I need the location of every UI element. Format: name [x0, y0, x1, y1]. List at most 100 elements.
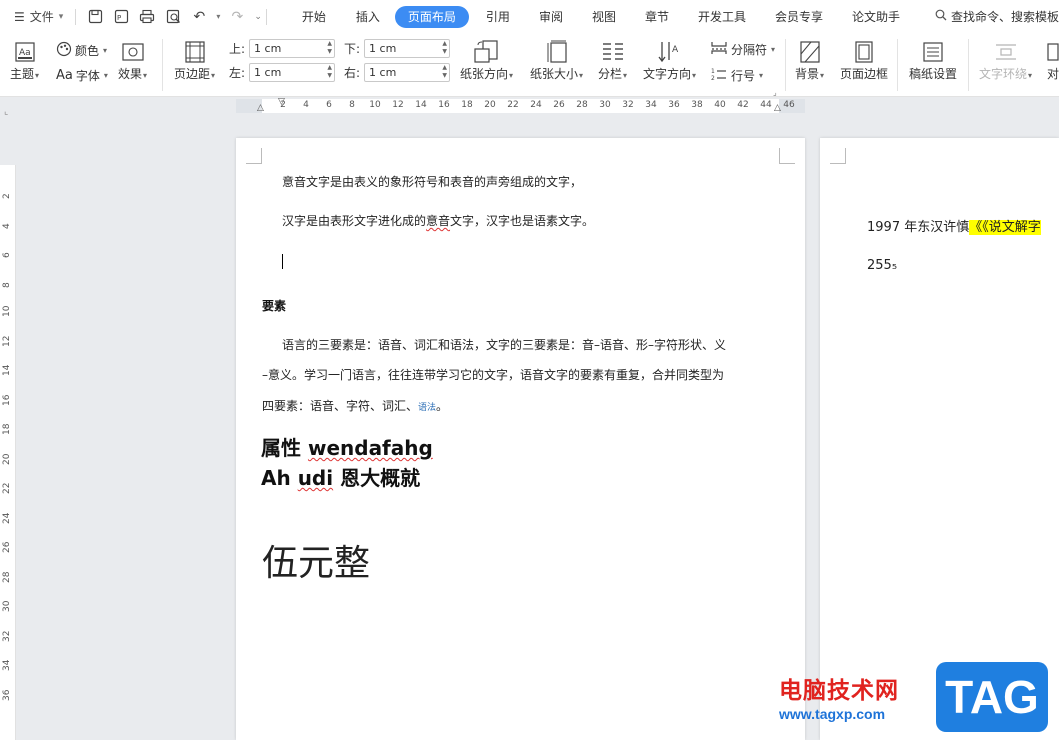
line-number-button[interactable]: 12 行号 ▾: [710, 67, 763, 84]
tab-insert[interactable]: 插入: [343, 6, 393, 28]
font-button[interactable]: Aa 字体 ▾: [56, 67, 108, 84]
ruler-number: 4: [303, 100, 309, 110]
undo-dropdown-icon[interactable]: ▾: [216, 12, 220, 21]
page2-line-1[interactable]: 1997 年东汉许慎《《说文解字: [867, 216, 1041, 235]
ruler-number: 6: [326, 100, 332, 110]
spinner-icon[interactable]: ▲ ▼: [327, 40, 332, 56]
heading-ah-udi[interactable]: Ah udi 恩大概就: [261, 462, 420, 491]
columns-button[interactable]: 分栏▾: [598, 37, 627, 83]
paragraph-3-line-3[interactable]: 四要素：语音、字符、词汇、语法。: [262, 397, 448, 414]
vertical-ruler-number: 4: [2, 222, 12, 229]
highlighted-text: 《《说文解字: [969, 220, 1041, 235]
page-border-button[interactable]: 页面边框: [840, 37, 888, 81]
horizontal-ruler[interactable]: ⌞ ▽ △ △ 2 4 6 8 10 12 14 16 18 20 22 24 26 28 30 32 34 36…: [0, 97, 1059, 117]
page2-line-2[interactable]: 255₅: [867, 258, 897, 273]
paper-size-button[interactable]: 纸张大小▾: [530, 37, 583, 83]
margins-button[interactable]: 页边距▾: [174, 37, 215, 83]
heading-elements[interactable]: 要素: [262, 297, 286, 314]
vertical-ruler-number: 24: [2, 512, 12, 524]
file-menu-button[interactable]: ☰ 文件 ▾: [0, 0, 71, 33]
vertical-ruler-number: 14: [2, 364, 12, 376]
vertical-ruler-number: 34: [2, 659, 12, 671]
ruler-number: 38: [691, 100, 703, 110]
chevron-down-icon: ▾: [58, 11, 64, 22]
export-pdf-icon[interactable]: P: [112, 8, 130, 26]
margins-icon: [184, 37, 205, 67]
command-search[interactable]: 查找命令、搜索模板: [926, 0, 1059, 33]
ruler-corner-icon: ⌞: [4, 107, 9, 117]
text-wrap-button[interactable]: 文字环绕▾: [979, 37, 1032, 83]
tab-thesis-assistant[interactable]: 论文助手: [839, 6, 913, 28]
vertical-ruler-number: 36: [2, 689, 12, 701]
left-indent-marker[interactable]: △: [257, 103, 264, 113]
text-wrap-icon: [995, 37, 1017, 67]
margins-label: 页边距: [174, 67, 211, 81]
tab-chapter[interactable]: 章节: [632, 6, 682, 28]
vertical-ruler[interactable]: 2 4 6 8 10 12 14 16 18 20 22 24 26 28 30 32 34 36: [0, 165, 16, 740]
right-margin-value: 1 cm: [369, 66, 397, 79]
customize-toolbar-icon[interactable]: ⌄: [254, 12, 262, 22]
undo-icon[interactable]: ↶: [190, 8, 208, 26]
paragraph-2[interactable]: 汉字是由表形文字进化成的意音文字，汉字也是语素文字。: [282, 212, 594, 229]
theme-label: 主题: [10, 67, 35, 81]
vertical-ruler-number: 30: [2, 600, 12, 612]
separator-label: 分隔符: [731, 43, 768, 57]
paragraph-1[interactable]: 意音文字是由表义的象形符号和表音的声旁组成的文字，: [282, 173, 582, 190]
bottom-margin-label: 下:: [344, 42, 361, 56]
theme-button[interactable]: Aa 主题▾: [10, 37, 39, 83]
top-margin-input[interactable]: 1 cm ▲ ▼: [249, 39, 336, 58]
spinner-icon[interactable]: ▲ ▼: [327, 64, 332, 80]
text-direction-button[interactable]: A 文字方向▾: [643, 37, 696, 83]
tab-view[interactable]: 视图: [579, 6, 629, 28]
tab-page-layout[interactable]: 页面布局: [394, 5, 469, 28]
paragraph-3-line-1[interactable]: 语言的三要素是：语音、词汇和语法，文字的三要素是：音–语音、形–字符形状、义: [282, 336, 726, 353]
left-margin-value: 1 cm: [254, 66, 282, 79]
background-icon: [799, 37, 820, 67]
vertical-ruler-number: 20: [2, 453, 12, 465]
ribbon-expand-icon[interactable]: ⌟: [773, 88, 777, 97]
paragraph-3-line-2[interactable]: –意义。学习一门语言，往往连带学习它的文字，语音文字的要素有重复，合并同类型为: [262, 366, 724, 383]
color-button[interactable]: 颜色 ▾: [56, 41, 107, 60]
vertical-ruler-number: 2: [2, 193, 12, 199]
align-icon: [1046, 37, 1059, 67]
text-wrap-label: 文字环绕: [979, 67, 1028, 81]
background-button[interactable]: 背景▾: [795, 37, 824, 83]
left-margin-input[interactable]: 1 cm ▲ ▼: [249, 63, 336, 82]
right-margin-input[interactable]: 1 cm ▲ ▼: [364, 63, 451, 82]
separator-button[interactable]: 分隔符 ▾: [710, 41, 775, 58]
spinner-icon[interactable]: ▲ ▼: [442, 40, 447, 56]
right-indent-marker[interactable]: △: [774, 103, 781, 113]
large-text[interactable]: 伍元整: [262, 534, 370, 586]
tab-home[interactable]: 开始: [289, 6, 339, 28]
print-icon[interactable]: [138, 8, 156, 26]
tab-developer[interactable]: 开发工具: [685, 6, 759, 28]
vertical-ruler-number: 8: [2, 281, 12, 288]
paragraph-3-text: 四要素：语音、字符、词汇、: [262, 399, 419, 413]
color-label: 颜色: [75, 44, 100, 58]
save-icon[interactable]: [86, 8, 104, 26]
tab-member[interactable]: 会员专享: [762, 6, 836, 28]
text-direction-label: 文字方向: [643, 67, 692, 81]
tab-review[interactable]: 审阅: [526, 6, 576, 28]
page-border-icon: [855, 37, 873, 67]
orientation-button[interactable]: 纸张方向▾: [460, 37, 513, 83]
heading-attribute[interactable]: 属性 wendafahg: [261, 432, 433, 461]
align-button[interactable]: 对: [1046, 37, 1059, 81]
top-margin-label: 上:: [229, 42, 246, 56]
bottom-margin-input[interactable]: 1 cm ▲ ▼: [364, 39, 451, 58]
vertical-ruler-number: 6: [2, 252, 12, 258]
tab-references[interactable]: 引用: [473, 6, 523, 28]
spellcheck-word: udi: [297, 466, 334, 490]
heading-text: 属性: [261, 436, 308, 460]
print-preview-icon[interactable]: [164, 8, 182, 26]
effect-button[interactable]: 效果▾: [118, 37, 147, 83]
top-margin-field: 上: 1 cm ▲ ▼: [229, 39, 336, 58]
spinner-icon[interactable]: ▲ ▼: [442, 64, 447, 80]
draft-paper-button[interactable]: 稿纸设置: [909, 37, 957, 81]
ruler-number: 10: [369, 100, 381, 110]
ruler-number: 40: [714, 100, 726, 110]
vertical-ruler-number: 16: [2, 394, 12, 406]
redo-icon[interactable]: ↷: [228, 8, 246, 26]
left-margin-field: 左: 1 cm ▲ ▼: [229, 63, 336, 82]
grammar-link[interactable]: 语法: [418, 403, 436, 413]
